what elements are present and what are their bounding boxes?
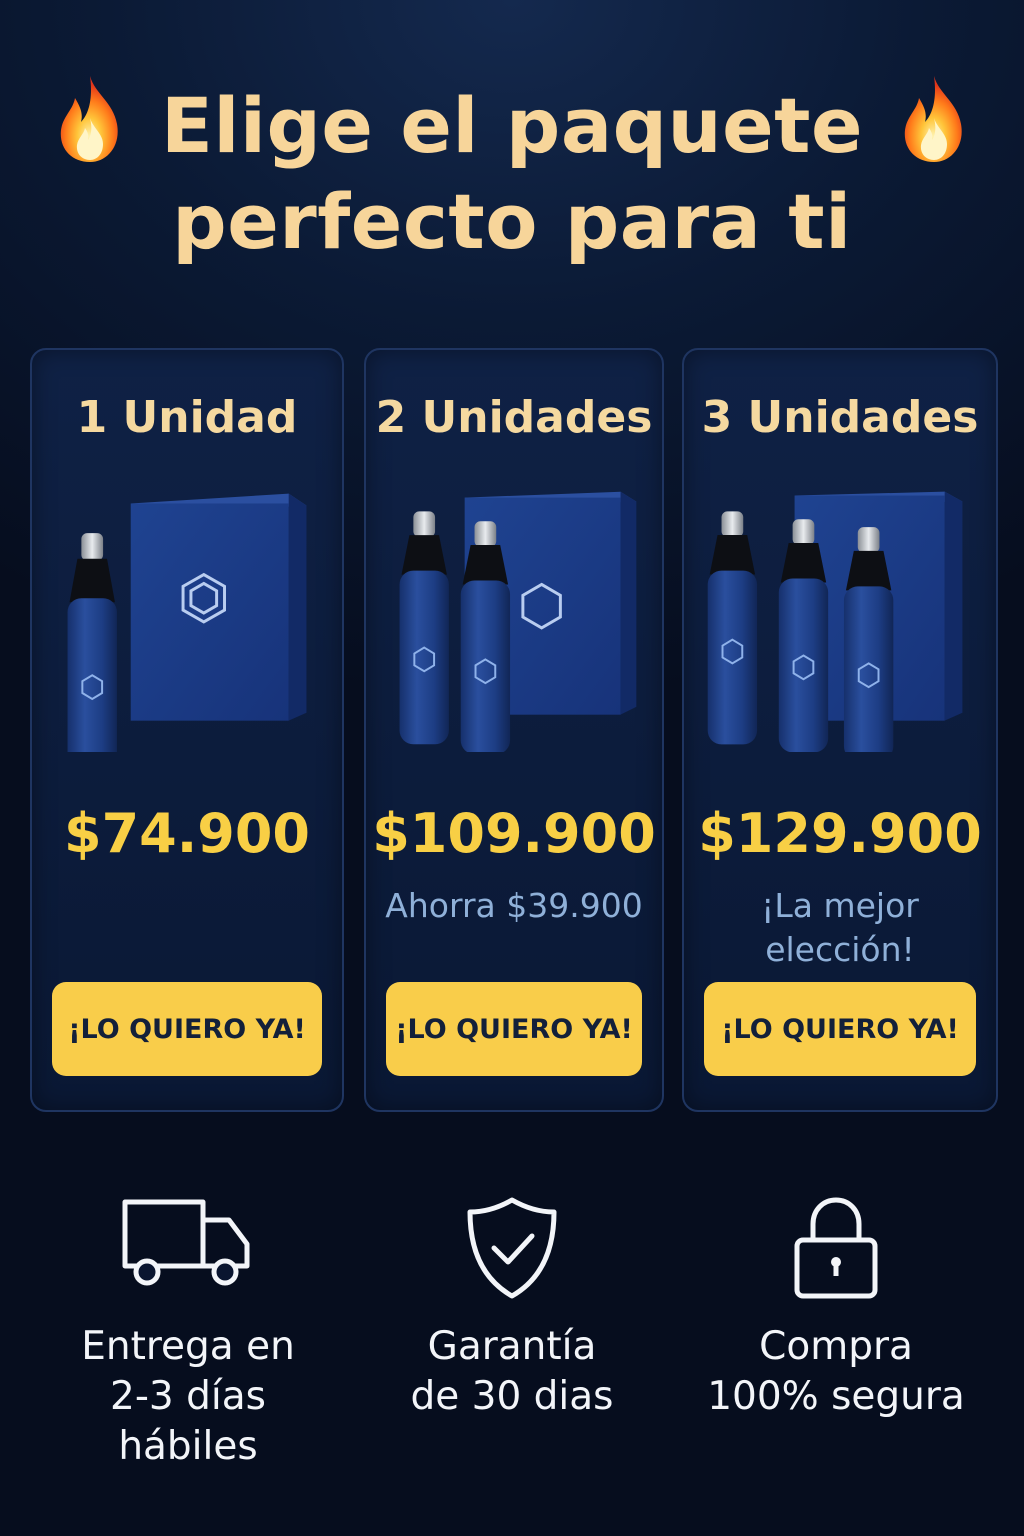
headline-line-2: perfecto para ti [172,177,852,266]
package-price: $109.900 [372,802,656,865]
buy-button[interactable]: ¡LO QUIERO YA! [704,982,976,1076]
package-card-2-units[interactable]: 2 Unidades $109.900 Ahorra $39.900 ¡LO Q… [364,348,664,1112]
feature-secure-purchase: Compra 100% segura [676,1196,996,1422]
package-title: 3 Unidades [701,392,979,443]
feature-text: Compra 100% segura [707,1324,965,1419]
product-image-1-unit [67,493,307,752]
package-title: 2 Unidades [375,392,653,443]
feature-delivery: Entrega en 2-3 días hábiles [28,1196,348,1472]
package-savings-note: Ahorra $39.900 [385,886,643,925]
package-highlight-note: ¡La mejor elección! [761,886,919,969]
package-price: $129.900 [698,802,982,865]
package-price: $74.900 [64,802,310,865]
package-card-3-units[interactable]: 3 Unidades $129.900 ¡La mejor elección! … [682,348,998,1112]
feature-guarantee: Garantía de 30 dias [352,1196,672,1422]
product-image-3-units [707,491,963,752]
shield-check-icon [467,1197,557,1299]
package-title: 1 Unidad [76,392,298,443]
delivery-truck-icon [122,1199,250,1286]
fire-icon [60,76,118,162]
trust-features: Entrega en 2-3 días hábiles Garantía de … [0,1196,1024,1496]
buy-button[interactable]: ¡LO QUIERO YA! [386,982,642,1076]
feature-text: Garantía de 30 dias [410,1324,614,1419]
headline: Elige el paquete perfecto para ti [0,76,1024,270]
fire-icon [904,76,962,162]
feature-text: Entrega en 2-3 días hábiles [81,1324,295,1469]
product-image-2-units [399,491,637,752]
package-cards: 1 Unidad $74.900 ¡LO QUIERO YA! 2 Unidad… [0,348,1024,1114]
padlock-icon [794,1197,878,1299]
headline-line-1: Elige el paquete [160,81,864,170]
package-card-1-unit[interactable]: 1 Unidad $74.900 ¡LO QUIERO YA! [30,348,344,1112]
buy-button[interactable]: ¡LO QUIERO YA! [52,982,322,1076]
